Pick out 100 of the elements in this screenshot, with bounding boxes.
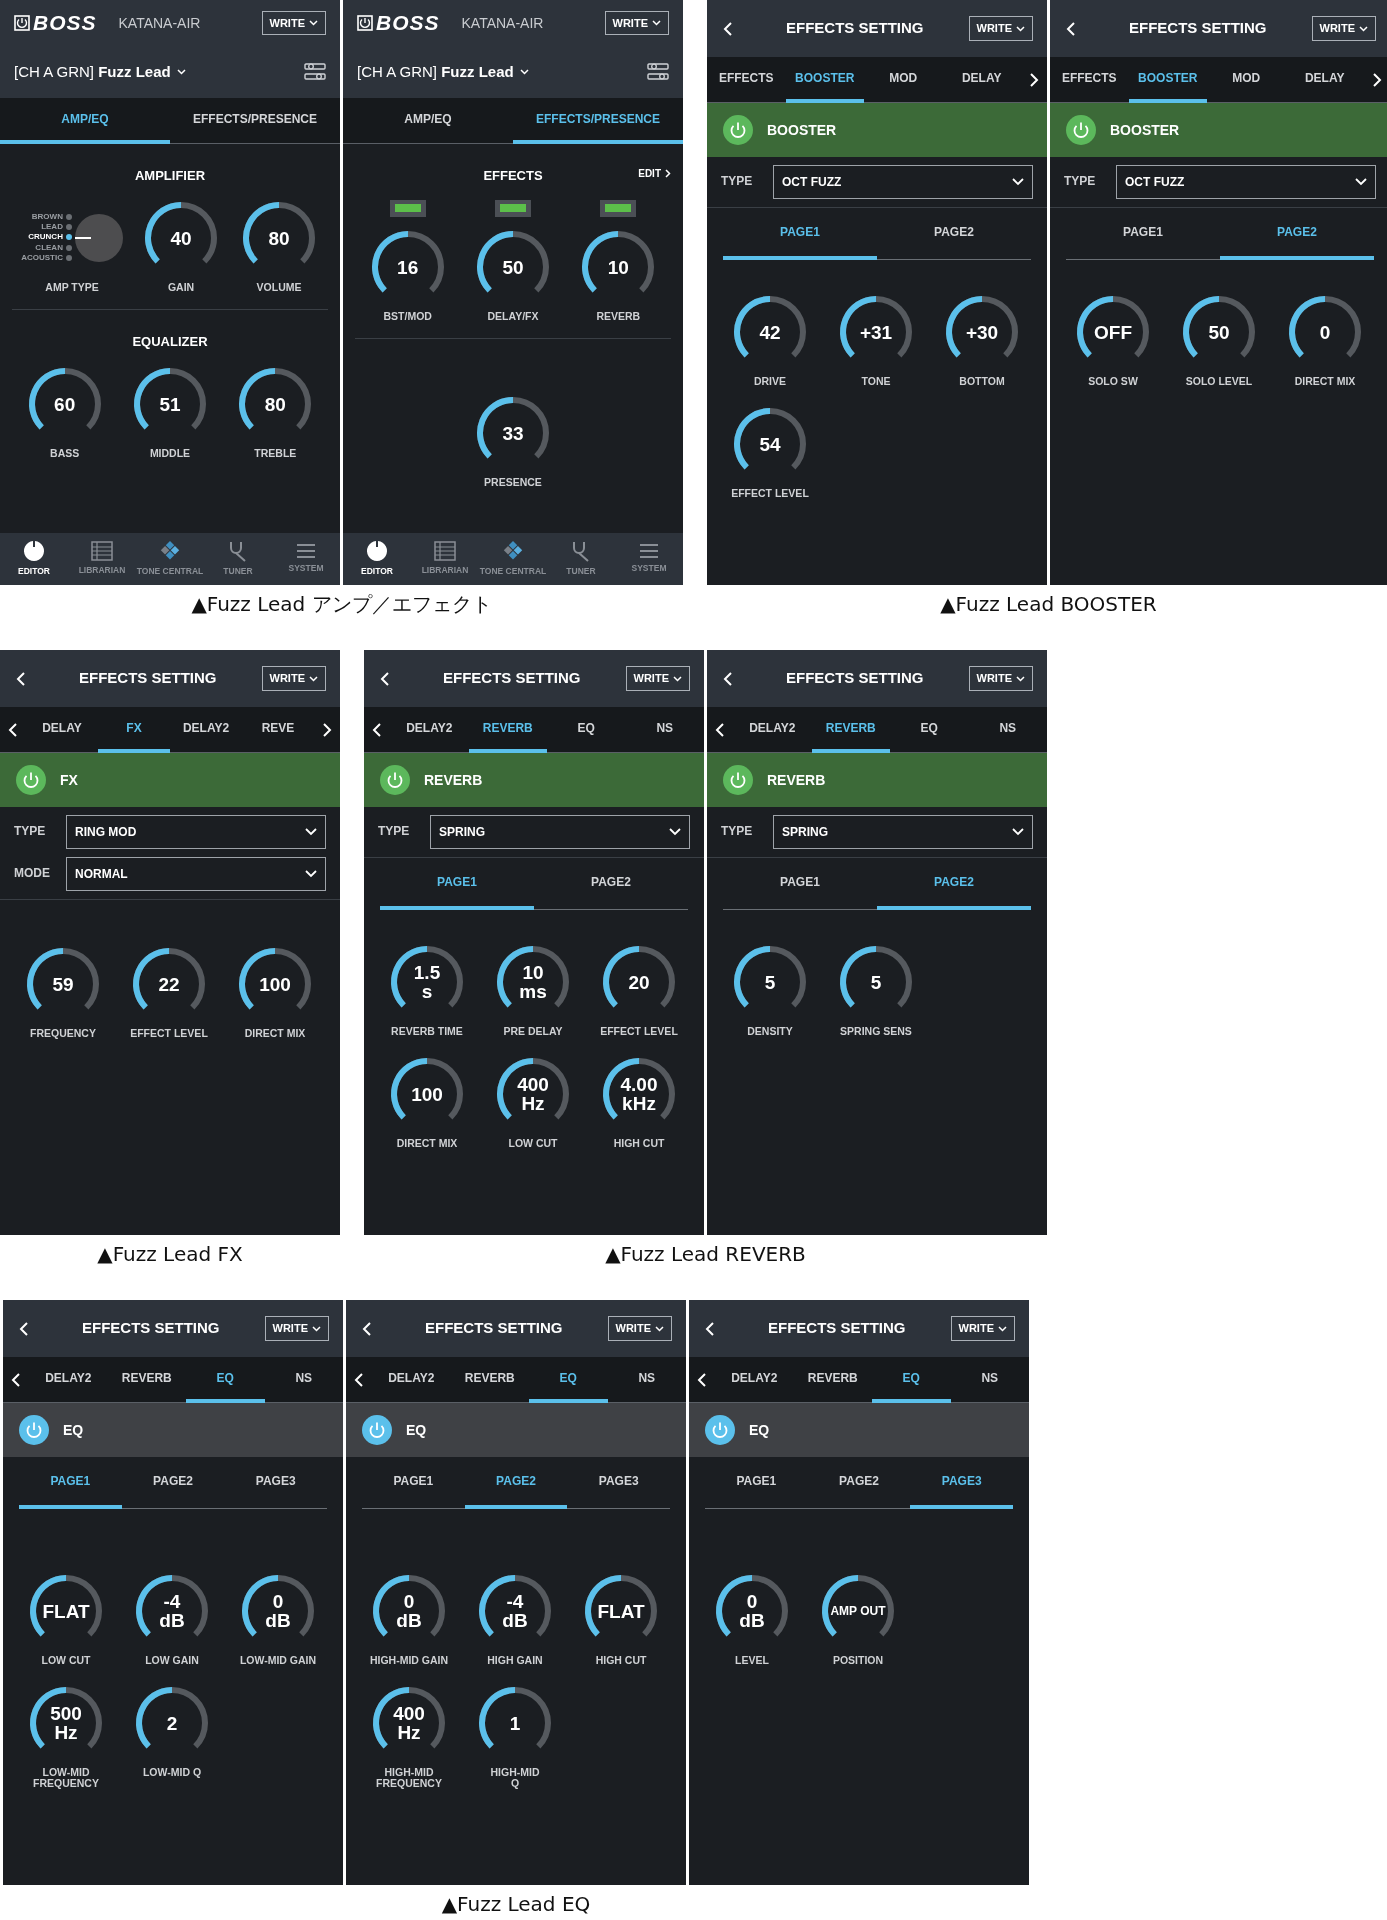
page-tab[interactable]: PAGE1 [380, 858, 534, 910]
amp-type-option[interactable]: CLEAN [35, 243, 63, 253]
write-button[interactable]: WRITE [950, 1316, 1015, 1341]
back-icon[interactable] [723, 671, 733, 686]
page-tab[interactable]: PAGE1 [723, 858, 877, 910]
tab[interactable]: DELAY2 [372, 1357, 451, 1403]
tab[interactable]: DELAY [942, 57, 1021, 103]
tab[interactable]: MOD [1207, 57, 1286, 103]
tab[interactable]: DELAY [1285, 57, 1364, 103]
page-tab[interactable]: PAGE1 [362, 1457, 465, 1509]
tab[interactable]: REVERB [107, 1357, 186, 1403]
tab[interactable]: DELAY2 [715, 1357, 794, 1403]
write-button[interactable]: WRITE [261, 10, 326, 36]
power-icon[interactable] [723, 765, 753, 795]
write-button[interactable]: WRITE [968, 16, 1033, 41]
effect-indicator[interactable] [600, 199, 637, 217]
tab[interactable]: EQ [890, 707, 969, 753]
page-tab[interactable]: PAGE1 [1066, 208, 1220, 260]
patch-selector[interactable]: [CH A GRN] Fuzz Lead [14, 60, 186, 84]
tab[interactable]: NS [625, 707, 704, 753]
tab[interactable]: REVERB [793, 1357, 872, 1403]
back-icon[interactable] [723, 21, 733, 36]
tab[interactable]: DELAY2 [170, 707, 242, 753]
write-button[interactable]: WRITE [1311, 16, 1376, 41]
tab[interactable]: NS [607, 1357, 686, 1403]
dropdown[interactable]: SPRING [773, 815, 1033, 849]
dropdown[interactable]: OCT FUZZ [1116, 165, 1376, 199]
page-tab[interactable]: PAGE2 [1220, 208, 1374, 260]
page-tab[interactable]: PAGE3 [910, 1457, 1013, 1509]
nav-tab[interactable]: LIBRARIAN [411, 533, 479, 585]
amp-type-option[interactable]: ACOUSTIC [21, 254, 63, 263]
dropdown[interactable]: RING MOD [66, 815, 326, 849]
back-icon[interactable] [1066, 21, 1076, 36]
tab[interactable]: EQ [547, 707, 626, 753]
dropdown[interactable]: SPRING [430, 815, 690, 849]
tab[interactable]: REVERB [450, 1357, 529, 1403]
power-icon[interactable] [16, 765, 46, 795]
page-tab[interactable]: PAGE2 [121, 1457, 225, 1509]
effect-indicator[interactable] [495, 199, 531, 217]
write-button[interactable]: WRITE [607, 1316, 672, 1341]
page-tab[interactable]: PAGE1 [19, 1457, 122, 1509]
tab[interactable]: EFFECTS/PRESENCE [513, 98, 683, 144]
nav-tab[interactable]: SYSTEM [272, 533, 340, 585]
tab[interactable]: DELAY2 [733, 707, 812, 753]
nav-tab[interactable]: SYSTEM [615, 533, 683, 585]
effect-indicator[interactable] [389, 199, 426, 217]
dropdown[interactable]: NORMAL [66, 857, 326, 891]
tab[interactable]: NS [950, 1357, 1029, 1403]
tab[interactable]: NS [264, 1357, 343, 1403]
power-icon[interactable] [705, 1415, 735, 1445]
amp-type-option[interactable]: BROWN [31, 212, 63, 221]
power-icon[interactable] [19, 1415, 49, 1445]
page-tab[interactable]: PAGE1 [705, 1457, 808, 1509]
page-tab[interactable]: PAGE2 [464, 1457, 568, 1509]
tab[interactable]: DELAY2 [29, 1357, 108, 1403]
power-icon[interactable] [1066, 115, 1096, 145]
tab[interactable]: EFFECTS/PRESENCE [170, 98, 340, 144]
tab[interactable]: DELAY [26, 707, 98, 753]
tab[interactable]: AMP/EQ [0, 98, 170, 144]
nav-tab[interactable]: EDITOR [0, 533, 68, 585]
nav-tab[interactable]: EDITOR [343, 533, 411, 585]
nav-tab[interactable]: TUNER [204, 533, 272, 585]
page-tab[interactable]: PAGE2 [807, 1457, 911, 1509]
write-button[interactable]: WRITE [968, 666, 1033, 691]
amp-type-option[interactable]: CRUNCH [28, 233, 63, 242]
back-icon[interactable] [16, 671, 26, 686]
tab[interactable]: EFFECTS [1050, 57, 1129, 103]
nav-tab[interactable]: TONE CENTRAL [136, 533, 204, 585]
tab[interactable]: REVE [242, 707, 314, 753]
tab[interactable]: AMP/EQ [343, 98, 513, 144]
page-tab[interactable]: PAGE2 [877, 208, 1031, 260]
write-button[interactable]: WRITE [625, 666, 690, 691]
tab[interactable]: EFFECTS [707, 57, 786, 103]
back-icon[interactable] [19, 1321, 29, 1336]
nav-tab[interactable]: TONE CENTRAL [479, 533, 547, 585]
page-tab[interactable]: PAGE3 [567, 1457, 670, 1509]
edit-link[interactable]: EDIT [638, 166, 671, 181]
write-button[interactable]: WRITE [264, 1316, 329, 1341]
power-icon[interactable] [362, 1415, 392, 1445]
patch-selector[interactable]: [CH A GRN] Fuzz Lead [357, 60, 529, 84]
nav-tab[interactable]: TUNER [547, 533, 615, 585]
amp-type-option[interactable]: LEAD [41, 222, 63, 232]
page-tab[interactable]: PAGE1 [723, 208, 877, 260]
write-button[interactable]: WRITE [261, 666, 326, 691]
back-icon[interactable] [362, 1321, 372, 1336]
page-tab[interactable]: PAGE2 [877, 858, 1031, 910]
nav-tab[interactable]: LIBRARIAN [68, 533, 136, 585]
page-tab[interactable]: PAGE2 [534, 858, 688, 910]
back-icon[interactable] [705, 1321, 715, 1336]
sliders-icon[interactable] [647, 62, 669, 82]
tab[interactable]: DELAY2 [390, 707, 469, 753]
power-icon[interactable] [380, 765, 410, 795]
sliders-icon[interactable] [304, 62, 326, 82]
back-icon[interactable] [380, 671, 390, 686]
tab[interactable]: MOD [864, 57, 943, 103]
page-tab[interactable]: PAGE3 [224, 1457, 327, 1509]
tab[interactable]: NS [968, 707, 1047, 753]
dropdown[interactable]: OCT FUZZ [773, 165, 1033, 199]
power-icon[interactable] [723, 115, 753, 145]
write-button[interactable]: WRITE [604, 10, 669, 36]
